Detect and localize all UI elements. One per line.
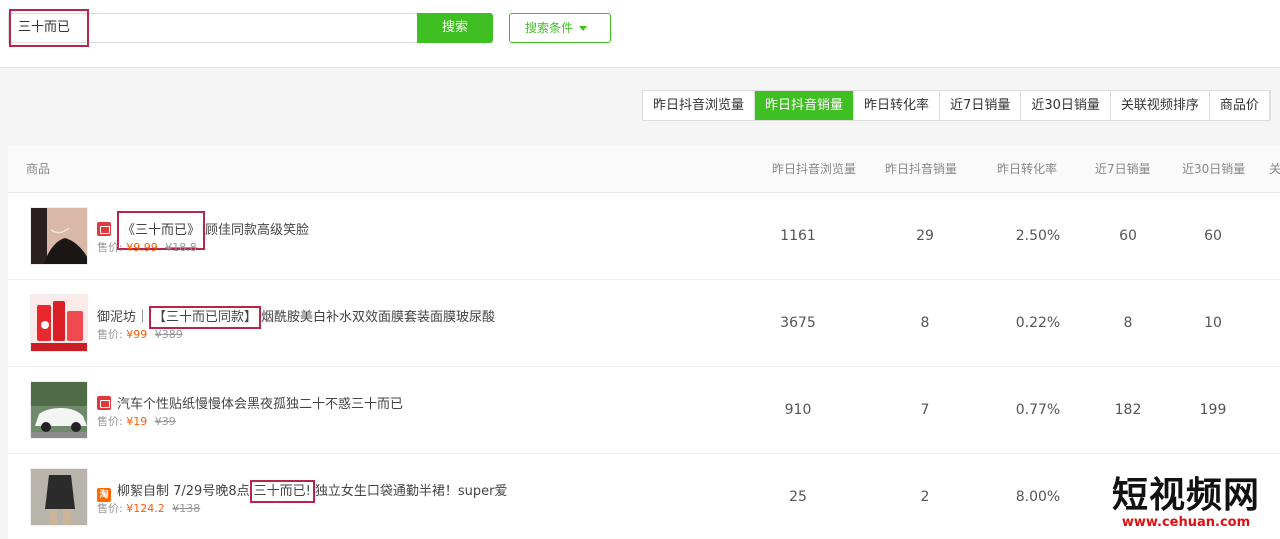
7day-value: 8 bbox=[1123, 315, 1133, 331]
sales-value: 8 bbox=[920, 315, 930, 331]
title-keyword-highlight: 三十而已! bbox=[249, 480, 315, 503]
7day-value: 60 bbox=[1119, 228, 1137, 244]
views-value: 1161 bbox=[780, 228, 816, 244]
product-title[interactable]: 顾佳同款高级笑脸 bbox=[205, 223, 309, 238]
views-value: 25 bbox=[789, 489, 807, 505]
sales-value: 2 bbox=[920, 489, 930, 505]
product-title[interactable]: 汽车个性贴纸慢慢体会黑夜孤独二十不惑三十而已 bbox=[117, 397, 403, 412]
price-label: 售价: bbox=[97, 328, 123, 341]
product-title[interactable]: 独立女生口袋通勤半裙！super爱 bbox=[315, 484, 508, 499]
sort-tab-related-video[interactable]: 关联视频排序 bbox=[1111, 91, 1210, 120]
7day-value: 182 bbox=[1114, 402, 1142, 418]
table-row[interactable]: 《三十而已》 顾佳同款高级笑脸 售价: ¥9.99 ¥18.8 1161 29 2… bbox=[8, 193, 1280, 280]
current-price: ¥99 bbox=[126, 328, 148, 341]
tmall-store-icon bbox=[97, 396, 111, 410]
caret-down-icon bbox=[579, 26, 588, 31]
product-thumbnail[interactable] bbox=[30, 381, 88, 439]
search-button[interactable]: 搜索 bbox=[417, 13, 493, 43]
original-price: ¥389 bbox=[154, 328, 183, 341]
sales-value: 7 bbox=[920, 402, 930, 418]
product-thumbnail[interactable] bbox=[30, 468, 88, 526]
col-conversion[interactable]: 昨日转化率 bbox=[997, 145, 1057, 193]
table-row[interactable]: 御泥坊｜ 【三十而已同款】 烟酰胺美白补水双效面膜套装面膜玻尿酸 售价: ¥99 ¥… bbox=[8, 280, 1280, 367]
conversion-value: 8.00% bbox=[1015, 489, 1061, 505]
current-price: ¥9.99 bbox=[126, 241, 158, 254]
product-image bbox=[31, 295, 87, 351]
30day-value: 10 bbox=[1204, 315, 1222, 331]
conversion-value: 0.22% bbox=[1015, 315, 1061, 331]
views-value: 910 bbox=[784, 402, 812, 418]
price-label: 售价: bbox=[97, 415, 123, 428]
watermark-url: www.cehuan.com bbox=[1121, 515, 1251, 530]
price-label: 售价: bbox=[97, 241, 123, 254]
table-row[interactable]: 淘柳絮自制 7/29号晚8点 三十而已! 独立女生口袋通勤半裙！super爱 售价:… bbox=[8, 454, 1280, 539]
search-bar: 三十而已 搜索 搜索条件 bbox=[0, 0, 1280, 68]
col-30day[interactable]: 近30日销量 bbox=[1182, 145, 1245, 193]
col-product: 商品 bbox=[26, 162, 51, 176]
original-price: ¥39 bbox=[154, 415, 176, 428]
sort-tab-conversion[interactable]: 昨日转化率 bbox=[854, 91, 941, 120]
product-image bbox=[31, 382, 87, 438]
sort-tab-30day[interactable]: 近30日销量 bbox=[1021, 91, 1111, 120]
watermark-title: 短视频网 bbox=[1111, 475, 1260, 516]
table-header: 商品 昨日抖音浏览量 昨日抖音销量 昨日转化率 近7日销量 近30日销量 关 bbox=[8, 145, 1280, 193]
sort-tab-views[interactable]: 昨日抖音浏览量 bbox=[643, 91, 756, 120]
search-conditions-dropdown[interactable]: 搜索条件 bbox=[509, 13, 611, 43]
views-value: 3675 bbox=[780, 315, 816, 331]
sort-tab-7day[interactable]: 近7日销量 bbox=[940, 91, 1022, 120]
col-sales[interactable]: 昨日抖音销量 bbox=[885, 145, 957, 193]
product-image bbox=[31, 469, 87, 525]
product-thumbnail[interactable] bbox=[30, 207, 88, 265]
current-price: ¥19 bbox=[126, 415, 148, 428]
original-price: ¥138 bbox=[172, 502, 201, 515]
product-table: 商品 昨日抖音浏览量 昨日抖音销量 昨日转化率 近7日销量 近30日销量 关 《… bbox=[8, 145, 1280, 539]
current-price: ¥124.2 bbox=[126, 502, 165, 515]
product-image bbox=[31, 208, 87, 264]
price-label: 售价: bbox=[97, 502, 123, 515]
site-watermark: 短视频网 www.cehuan.com bbox=[1096, 477, 1276, 533]
product-thumbnail[interactable] bbox=[30, 294, 88, 352]
conversion-value: 0.77% bbox=[1015, 402, 1061, 418]
sales-value: 29 bbox=[916, 228, 934, 244]
original-price: ¥18.8 bbox=[165, 241, 197, 254]
30day-value: 199 bbox=[1199, 402, 1227, 418]
col-7day[interactable]: 近7日销量 bbox=[1095, 145, 1151, 193]
col-more[interactable]: 关 bbox=[1269, 145, 1280, 193]
col-views[interactable]: 昨日抖音浏览量 bbox=[772, 145, 856, 193]
conversion-value: 2.50% bbox=[1015, 228, 1061, 244]
product-title-prefix: 柳絮自制 7/29号晚8点 bbox=[117, 484, 250, 499]
tmall-store-icon bbox=[97, 222, 111, 236]
search-input[interactable]: 三十而已 bbox=[8, 9, 418, 47]
product-title-prefix: 御泥坊｜ bbox=[97, 310, 150, 325]
30day-value: 60 bbox=[1204, 228, 1222, 244]
product-title[interactable]: 烟酰胺美白补水双效面膜套装面膜玻尿酸 bbox=[261, 310, 495, 325]
search-query-highlight: 三十而已 bbox=[9, 9, 89, 47]
sort-tab-price[interactable]: 商品价 bbox=[1210, 91, 1270, 120]
sort-tabs: 昨日抖音浏览量 昨日抖音销量 昨日转化率 近7日销量 近30日销量 关联视频排序… bbox=[642, 90, 1271, 121]
table-row[interactable]: 汽车个性贴纸慢慢体会黑夜孤独二十不惑三十而已 售价: ¥19 ¥39 910 7… bbox=[8, 367, 1280, 454]
sort-tab-sales[interactable]: 昨日抖音销量 bbox=[755, 91, 855, 120]
search-conditions-label: 搜索条件 bbox=[525, 21, 574, 35]
